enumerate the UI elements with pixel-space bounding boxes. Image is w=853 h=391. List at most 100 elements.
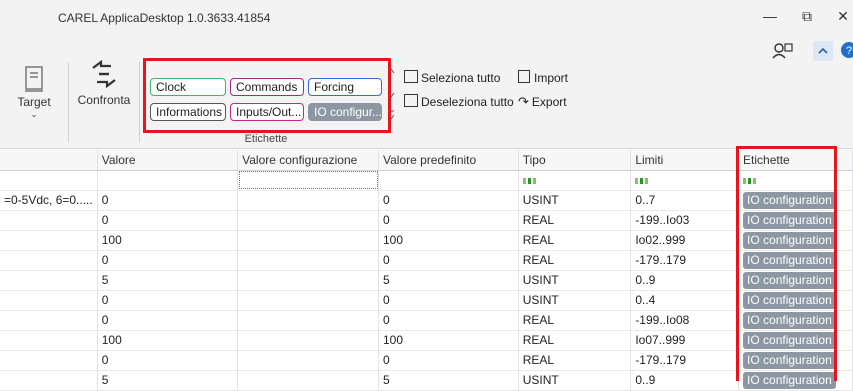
valore-configurazione-cell[interactable] <box>237 290 379 311</box>
column-header-valore-configurazione[interactable]: Valore configurazione <box>237 150 379 171</box>
description-cell[interactable] <box>0 290 98 311</box>
column-header-limiti[interactable]: Limiti <box>630 150 740 171</box>
tipo-cell[interactable]: USINT <box>518 290 632 311</box>
valore-cell[interactable]: 100 <box>97 230 239 251</box>
valore-predefinito-cell[interactable]: 0 <box>378 310 519 331</box>
column-header-tipo[interactable]: Tipo <box>518 150 632 171</box>
limiti-cell[interactable]: 0..4 <box>630 290 740 311</box>
valore-cell[interactable]: 100 <box>97 330 239 351</box>
filter-cell[interactable] <box>0 170 98 191</box>
account-icon[interactable] <box>772 42 794 60</box>
tipo-cell[interactable]: REAL <box>518 310 632 331</box>
valore-predefinito-cell[interactable]: 5 <box>378 370 519 391</box>
tipo-cell[interactable]: REAL <box>518 250 632 271</box>
limiti-cell[interactable]: -179..179 <box>630 250 740 271</box>
table-row[interactable]: 0 0 REAL -179..179 IO configuration <box>0 250 853 271</box>
description-cell[interactable] <box>0 330 98 351</box>
description-cell[interactable] <box>0 350 98 371</box>
description-cell[interactable] <box>0 310 98 331</box>
valore-cell[interactable]: 0 <box>97 210 239 231</box>
table-row[interactable]: 0 0 REAL -199..Io08 IO configuration <box>0 310 853 331</box>
close-button[interactable]: ✕ <box>831 8 853 25</box>
valore-configurazione-cell[interactable] <box>237 230 379 251</box>
description-cell[interactable]: =0-5Vdc, 6=0..... <box>0 190 98 211</box>
tipo-cell[interactable]: USINT <box>518 370 632 391</box>
highlight-box-etichette <box>736 146 837 381</box>
valore-predefinito-cell[interactable]: 100 <box>378 330 519 351</box>
valore-predefinito-cell[interactable]: 100 <box>378 230 519 251</box>
column-header[interactable] <box>0 150 98 171</box>
valore-cell[interactable]: 0 <box>97 310 239 331</box>
filter-cell[interactable] <box>97 170 239 191</box>
description-cell[interactable] <box>0 250 98 271</box>
tipo-cell[interactable]: REAL <box>518 350 632 371</box>
parameters-table: Valore Valore configurazione Valore pred… <box>0 150 853 391</box>
table-row[interactable]: 5 5 USINT 0..9 IO configuration <box>0 370 853 391</box>
table-row[interactable]: 0 0 REAL -179..179 IO configuration <box>0 350 853 371</box>
collapse-ribbon-button[interactable] <box>813 41 833 61</box>
limiti-cell[interactable]: Io07..999 <box>630 330 740 351</box>
filter-cell[interactable] <box>518 170 632 191</box>
valore-configurazione-cell[interactable] <box>237 350 379 371</box>
filter-cell[interactable] <box>378 170 519 191</box>
export-icon: ↷ <box>518 94 529 109</box>
tipo-cell[interactable]: USINT <box>518 190 632 211</box>
valore-predefinito-cell[interactable]: 0 <box>378 190 519 211</box>
compare-button[interactable]: Confronta <box>74 58 134 107</box>
table-row[interactable]: 5 5 USINT 0..9 IO configuration <box>0 270 853 291</box>
valore-predefinito-cell[interactable]: 0 <box>378 250 519 271</box>
description-cell[interactable] <box>0 230 98 251</box>
limiti-cell[interactable]: -179..179 <box>630 350 740 371</box>
valore-configurazione-cell[interactable] <box>237 370 379 391</box>
valore-cell[interactable]: 0 <box>97 350 239 371</box>
valore-predefinito-cell[interactable]: 0 <box>378 350 519 371</box>
description-cell[interactable] <box>0 370 98 391</box>
minimize-button[interactable]: — <box>758 8 782 24</box>
limiti-cell[interactable]: Io02..999 <box>630 230 740 251</box>
tipo-cell[interactable]: USINT <box>518 270 632 291</box>
column-header-valore[interactable]: Valore <box>97 150 239 171</box>
export-button[interactable]: ↷ Export <box>518 94 567 110</box>
valore-predefinito-cell[interactable]: 0 <box>378 290 519 311</box>
valore-configurazione-cell[interactable] <box>237 210 379 231</box>
valore-configurazione-cell[interactable] <box>237 330 379 351</box>
filter-icon[interactable] <box>635 176 649 186</box>
valore-cell[interactable]: 5 <box>97 370 239 391</box>
valore-predefinito-cell[interactable]: 0 <box>378 210 519 231</box>
column-header-valore-predefinito[interactable]: Valore predefinito <box>378 150 519 171</box>
deselect-all-button[interactable]: Deseleziona tutto <box>404 94 514 109</box>
valore-configurazione-cell[interactable] <box>237 250 379 271</box>
filter-cell[interactable] <box>630 170 740 191</box>
table-row[interactable]: 0 0 USINT 0..4 IO configuration <box>0 290 853 311</box>
valore-cell[interactable]: 5 <box>97 270 239 291</box>
help-icon[interactable]: ? <box>840 41 853 59</box>
description-cell[interactable] <box>0 270 98 291</box>
select-all-button[interactable]: Seleziona tutto <box>404 70 500 85</box>
valore-predefinito-cell[interactable]: 5 <box>378 270 519 291</box>
table-row[interactable]: =0-5Vdc, 6=0..... 0 0 USINT 0..7 IO configura… <box>0 190 853 211</box>
valore-cell[interactable]: 0 <box>97 190 239 211</box>
restore-button[interactable]: ⧉ <box>795 8 819 25</box>
valore-configurazione-cell[interactable] <box>237 190 379 211</box>
description-cell[interactable] <box>0 210 98 231</box>
filter-row <box>0 170 853 191</box>
import-button[interactable]: Import <box>518 70 568 85</box>
target-button[interactable]: Target ⌄ <box>14 66 54 120</box>
limiti-cell[interactable]: -199..Io03 <box>630 210 740 231</box>
filter-icon[interactable] <box>522 176 537 186</box>
limiti-cell[interactable]: 0..9 <box>630 370 740 391</box>
valore-cell[interactable]: 0 <box>97 290 239 311</box>
table-row[interactable]: 0 0 REAL -199..Io03 IO configuration <box>0 210 853 231</box>
tipo-cell[interactable]: REAL <box>518 330 632 351</box>
tipo-cell[interactable]: REAL <box>518 210 632 231</box>
limiti-cell[interactable]: 0..7 <box>630 190 740 211</box>
tipo-cell[interactable]: REAL <box>518 230 632 251</box>
valore-cell[interactable]: 0 <box>97 250 239 271</box>
table-row[interactable]: 100 100 REAL Io07..999 IO configuration <box>0 330 853 351</box>
table-row[interactable]: 100 100 REAL Io02..999 IO configuration <box>0 230 853 251</box>
filter-cell-active[interactable] <box>237 170 379 191</box>
valore-configurazione-cell[interactable] <box>237 310 379 331</box>
limiti-cell[interactable]: 0..9 <box>630 270 740 291</box>
limiti-cell[interactable]: -199..Io08 <box>630 310 740 331</box>
valore-configurazione-cell[interactable] <box>237 270 379 291</box>
